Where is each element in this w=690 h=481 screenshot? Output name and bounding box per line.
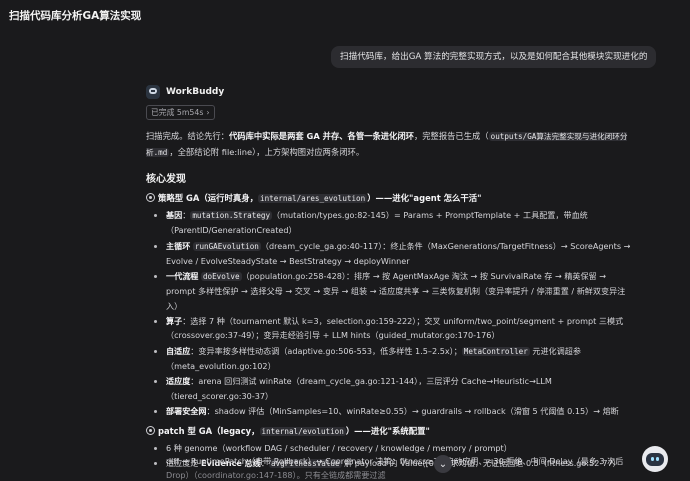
summary-text: 扫描完成。结论先行：: [146, 131, 229, 141]
item-label: 适应度: [166, 376, 191, 387]
item-text: ：shadow 评估（MinSamples=10、winRate≥0.55）→ …: [206, 405, 619, 416]
page-title: 扫描代码库分析GA算法实现: [9, 9, 142, 22]
section1-list: 基因：mutation.Strategy（mutation/types.go:8…: [146, 208, 636, 418]
robot-avatar-icon: [146, 85, 160, 99]
list-item: 自适应：变异率按多样性动态调（adaptive.go:506-553，低多样性 …: [166, 344, 636, 374]
summary-paragraph: 扫描完成。结论先行：代码库中实际是两套 GA 并存、各管一条进化闭环，完整报告已…: [146, 129, 636, 160]
summary-text: ，全部结论附 file:line），上方架构图对应两条闭环。: [169, 146, 365, 157]
section1-title: 策略型 GA（运行时真身， internal/ares_evolution ）——进…: [146, 191, 636, 206]
item-label: 部署安全网: [166, 405, 207, 416]
target-icon: [146, 426, 155, 436]
chevron-down-icon[interactable]: ⌄: [434, 455, 452, 473]
item-label: 一代流程: [166, 271, 199, 282]
section2-code: internal/evolution: [259, 427, 346, 437]
mascot-icon[interactable]: [642, 446, 668, 472]
bottom-line-1: diff → RuntimePatch（自带 Rollback）→ Coordi…: [166, 456, 624, 466]
chevron-right-icon: ›: [206, 108, 210, 117]
item-text: ：选择 7 种（tournament 默认 k=3，selection.go:1…: [166, 316, 624, 341]
section-heading: 核心发现: [146, 174, 186, 185]
list-item: 部署安全网：shadow 评估（MinSamples=10、winRate≥0.…: [166, 404, 636, 418]
item-text: 6 种 genome（workflow DAG / scheduler / re…: [166, 443, 512, 454]
list-item: 基因：mutation.Strategy（mutation/types.go:8…: [166, 208, 636, 238]
item-code: mutation.Strategy: [190, 211, 273, 220]
list-item: 6 种 genome（workflow DAG / scheduler / re…: [166, 441, 636, 455]
section2-title: patch 型 GA（legacy， internal/evolution ）——进…: [146, 424, 636, 439]
section2-prefix: patch 型 GA（legacy，: [158, 426, 260, 437]
section2-suffix: ）——进化"系统配置": [345, 426, 430, 437]
target-icon: [146, 193, 155, 202]
item-code: doEvolve: [200, 272, 242, 282]
item-label: 主循环: [166, 240, 191, 251]
list-item: 算子：选择 7 种（tournament 默认 k=3，selection.go…: [166, 314, 636, 343]
item-label: 自适应: [166, 345, 191, 356]
agent-response: WorkBuddy 已完成 5m54s › 扫描完成。结论先行：代码库中实际是两…: [146, 84, 636, 478]
list-item: 一代流程 doEvolve（population.go:258-428）：排序 …: [166, 269, 636, 313]
top-bar: 扫描代码库分析GA算法实现: [0, 0, 690, 30]
item-code: runGAEvolution: [192, 241, 261, 251]
agent-name: WorkBuddy: [166, 87, 225, 97]
list-item: 主循环 runGAEvolution（dream_cycle_ga.go:40-…: [166, 239, 636, 269]
item-label: 算子: [166, 316, 183, 327]
section1-prefix: 策略型 GA（运行时真身，: [158, 193, 259, 203]
bottom-line-2: Drop）（coordinator.go:147-188）。只有全链成都需要过滤: [166, 470, 386, 480]
item-text: ：变异率按多样性动态调（adaptive.go:506-553，低多样性 1.5…: [190, 345, 462, 356]
item-text: ：arena 回归测试 winRate（dream_cycle_ga.go:12…: [166, 376, 552, 401]
agent-header: WorkBuddy: [146, 84, 636, 100]
section1-suffix: ）——进化"agent 怎么干活": [367, 193, 482, 203]
summary-text: ，完整报告已生成（: [413, 131, 489, 141]
status-chip[interactable]: 已完成 5m54s ›: [146, 105, 215, 120]
item-label: 基因: [166, 210, 183, 220]
section1-code: internal/ares_evolution: [258, 194, 368, 203]
status-label: 已完成 5m54s: [151, 108, 204, 117]
summary-bold: 代码库中实际是两套 GA 并存、各管一条进化闭环: [228, 131, 414, 141]
user-message-bubble: 扫描代码库，给出GA 算法的完整实现方式，以及是如何配合其他模块实现进化的: [331, 46, 657, 68]
item-code: MetaController: [461, 346, 530, 356]
list-item: 适应度：arena 回归测试 winRate（dream_cycle_ga.go…: [166, 374, 636, 403]
